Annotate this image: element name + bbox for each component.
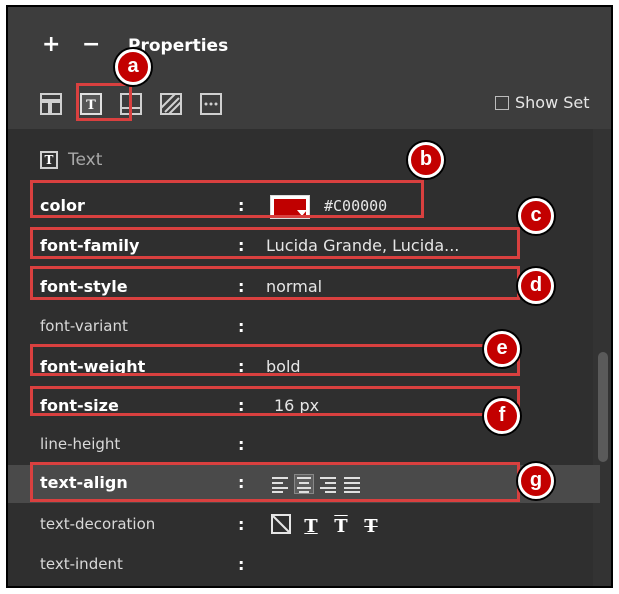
annotation-box-e [30, 344, 520, 376]
annotation-box-f [30, 386, 520, 416]
annotation-box-d [30, 266, 520, 300]
background-properties-icon[interactable] [160, 93, 182, 115]
decoration-none-icon[interactable] [270, 514, 292, 540]
underline-icon[interactable]: T [300, 516, 322, 538]
show-set-label: Show Set [515, 93, 590, 112]
property-separator: : [238, 515, 245, 534]
show-set-toggle[interactable]: Show Set [495, 93, 590, 112]
property-name: line-height [40, 435, 121, 453]
annotation-box-a [76, 83, 132, 121]
text-section-title: Text [68, 150, 103, 170]
annotation-box-c [30, 227, 520, 259]
property-row-line-height[interactable]: line-height : [8, 427, 600, 465]
annotation-box-g [30, 462, 520, 502]
annotation-marker-b: b [408, 142, 444, 178]
annotation-marker-g: g [518, 463, 554, 499]
annotation-marker-c: c [518, 198, 554, 234]
property-separator: : [238, 317, 245, 336]
text-section-icon: T [40, 151, 58, 169]
show-set-checkbox[interactable] [495, 95, 509, 110]
add-button[interactable]: + [42, 34, 60, 56]
annotation-box-b [30, 180, 424, 218]
panel-titlebar: + − Properties [8, 7, 611, 85]
text-section-header[interactable]: T Text [40, 150, 102, 170]
property-row-text-indent[interactable]: text-indent : [8, 547, 600, 585]
strikethrough-icon[interactable]: T [360, 516, 382, 538]
text-decoration-options: T T T [270, 514, 382, 540]
property-separator: : [238, 555, 245, 574]
annotation-marker-a: a [115, 49, 151, 85]
layout-view-icon[interactable] [40, 93, 62, 115]
property-name: text-indent [40, 555, 123, 573]
property-name: text-decoration [40, 515, 156, 533]
remove-button[interactable]: − [82, 34, 100, 56]
property-name: font-variant [40, 317, 128, 335]
annotation-marker-e: e [484, 331, 520, 367]
annotation-marker-d: d [518, 268, 554, 304]
overline-icon[interactable]: T [330, 516, 352, 538]
property-row-text-decoration[interactable]: text-decoration : T T T [8, 507, 600, 545]
property-separator: : [238, 435, 245, 454]
annotation-marker-f: f [484, 398, 520, 434]
more-properties-icon[interactable] [200, 93, 222, 115]
